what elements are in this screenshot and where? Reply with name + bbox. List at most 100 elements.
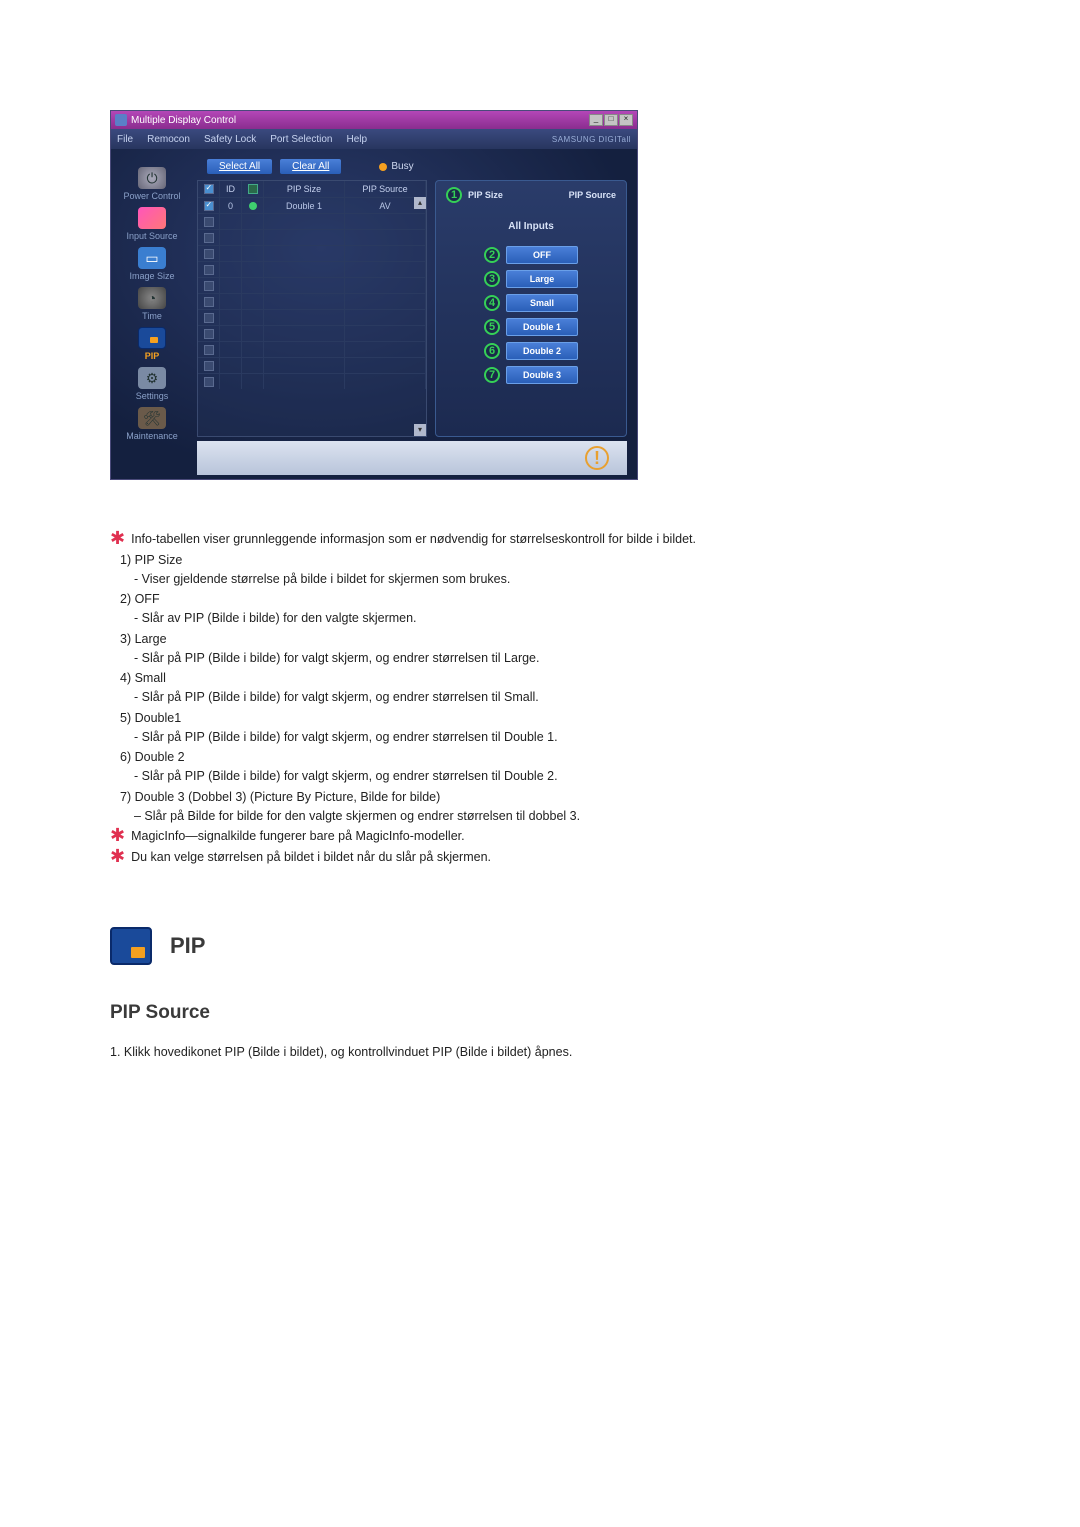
table-row[interactable] — [198, 277, 426, 293]
menu-remocon[interactable]: Remocon — [147, 134, 190, 145]
menu-help[interactable]: Help — [346, 134, 367, 145]
pip-size-label: PIP Size — [468, 190, 503, 200]
sidebar-item-time[interactable]: ◔ Time — [138, 287, 166, 321]
cell-pip-size — [264, 357, 345, 373]
maximize-button[interactable]: □ — [604, 114, 618, 126]
sidebar-label: Time — [142, 311, 162, 321]
row-checkbox[interactable] — [204, 265, 214, 275]
brand-label: SAMSUNG DIGITall — [552, 135, 631, 144]
row-checkbox[interactable] — [204, 297, 214, 307]
col-status — [242, 181, 264, 197]
sidebar-item-image-size[interactable]: ▭ Image Size — [129, 247, 174, 281]
cell-status — [242, 325, 264, 341]
busy-indicator-icon — [379, 163, 387, 171]
menu-safety-lock[interactable]: Safety Lock — [204, 134, 256, 145]
row-checkbox[interactable] — [204, 345, 214, 355]
table-row[interactable]: 0Double 1AV — [198, 197, 426, 213]
table-row[interactable] — [198, 213, 426, 229]
row-checkbox[interactable] — [204, 217, 214, 227]
table-row[interactable] — [198, 341, 426, 357]
pip-option-small[interactable]: Small — [506, 294, 578, 312]
table-row[interactable] — [198, 261, 426, 277]
table-row[interactable] — [198, 309, 426, 325]
table-row[interactable] — [198, 229, 426, 245]
title-bar: Multiple Display Control _ □ × — [111, 111, 637, 129]
scroll-up-button[interactable]: ▴ — [414, 197, 426, 209]
row-checkbox[interactable] — [204, 249, 214, 259]
cell-pip-size: Double 1 — [264, 197, 345, 213]
info-icon[interactable]: ! — [585, 446, 609, 470]
pip-icon — [138, 327, 166, 349]
sidebar: ⏻ Power Control Input Source ▭ Image Siz… — [111, 149, 193, 479]
cell-id — [220, 213, 242, 229]
cell-id — [220, 325, 242, 341]
note-2: Du kan velge størrelsen på bildet i bild… — [131, 848, 491, 867]
cell-pip-size — [264, 245, 345, 261]
cell-id — [220, 245, 242, 261]
cell-id — [220, 261, 242, 277]
cell-id — [220, 373, 242, 389]
display-table: ID PIP Size PIP Source 0Double 1AV ▴ ▾ — [197, 180, 427, 437]
table-row[interactable] — [198, 373, 426, 389]
row-checkbox[interactable] — [204, 329, 214, 339]
cell-status — [242, 245, 264, 261]
pip-option-double 3[interactable]: Double 3 — [506, 366, 578, 384]
pip-source-label: PIP Source — [569, 190, 616, 200]
minimize-button[interactable]: _ — [589, 114, 603, 126]
cell-status — [242, 277, 264, 293]
cell-pip-size — [264, 309, 345, 325]
row-checkbox[interactable] — [204, 361, 214, 371]
callout-7: 7 — [484, 367, 500, 383]
col-pip-source: PIP Source — [345, 181, 426, 197]
sidebar-item-power-control[interactable]: ⏻ Power Control — [123, 167, 180, 201]
row-checkbox[interactable] — [204, 281, 214, 291]
scroll-down-button[interactable]: ▾ — [414, 424, 426, 436]
maintenance-icon: 🛠 — [138, 407, 166, 429]
list-item-heading: 5) Double1 — [120, 709, 1030, 728]
cell-pip-size — [264, 213, 345, 229]
menu-file[interactable]: File — [117, 134, 133, 145]
cell-pip-size — [264, 293, 345, 309]
close-button[interactable]: × — [619, 114, 633, 126]
cell-status — [242, 357, 264, 373]
sidebar-item-pip[interactable]: PIP — [138, 327, 166, 361]
intro-text: Info-tabellen viser grunnleggende inform… — [131, 530, 696, 549]
pip-option-double 2[interactable]: Double 2 — [506, 342, 578, 360]
pip-option-double 1[interactable]: Double 1 — [506, 318, 578, 336]
table-row[interactable] — [198, 293, 426, 309]
header-checkbox[interactable] — [204, 184, 214, 194]
app-icon — [115, 114, 127, 126]
row-checkbox[interactable] — [204, 313, 214, 323]
list-item-desc: - Viser gjeldende størrelse på bilde i b… — [134, 570, 1030, 589]
clear-all-button[interactable]: Clear All — [280, 159, 341, 174]
cell-status — [242, 341, 264, 357]
row-checkbox[interactable] — [204, 377, 214, 387]
callout-4: 4 — [484, 295, 500, 311]
cell-pip-size — [264, 373, 345, 389]
row-checkbox[interactable] — [204, 201, 214, 211]
pip-option-off[interactable]: OFF — [506, 246, 578, 264]
app-window: Multiple Display Control _ □ × File Remo… — [110, 110, 638, 480]
sidebar-item-maintenance[interactable]: 🛠 Maintenance — [126, 407, 178, 441]
image-size-icon: ▭ — [138, 247, 166, 269]
row-checkbox[interactable] — [204, 233, 214, 243]
list-item-heading: 2) OFF — [120, 590, 1030, 609]
star-icon: ✱ — [110, 848, 125, 864]
cell-id — [220, 309, 242, 325]
sidebar-label: Maintenance — [126, 431, 178, 441]
table-row[interactable] — [198, 325, 426, 341]
cell-pip-size — [264, 261, 345, 277]
menu-port-selection[interactable]: Port Selection — [270, 134, 332, 145]
window-title: Multiple Display Control — [131, 115, 236, 126]
note-1: MagicInfo—signalkilde fungerer bare på M… — [131, 827, 465, 846]
power-icon: ⏻ — [138, 167, 166, 189]
list-item-desc: - Slår på PIP (Bilde i bilde) for valgt … — [134, 688, 1030, 707]
sidebar-item-settings[interactable]: ⚙ Settings — [136, 367, 169, 401]
col-pip-size: PIP Size — [264, 181, 345, 197]
pip-option-large[interactable]: Large — [506, 270, 578, 288]
select-all-button[interactable]: Select All — [207, 159, 272, 174]
sidebar-item-input-source[interactable]: Input Source — [126, 207, 177, 241]
footnote-text: 1. Klikk hovedikonet PIP (Bilde i bildet… — [110, 1043, 1030, 1062]
table-row[interactable] — [198, 357, 426, 373]
table-row[interactable] — [198, 245, 426, 261]
